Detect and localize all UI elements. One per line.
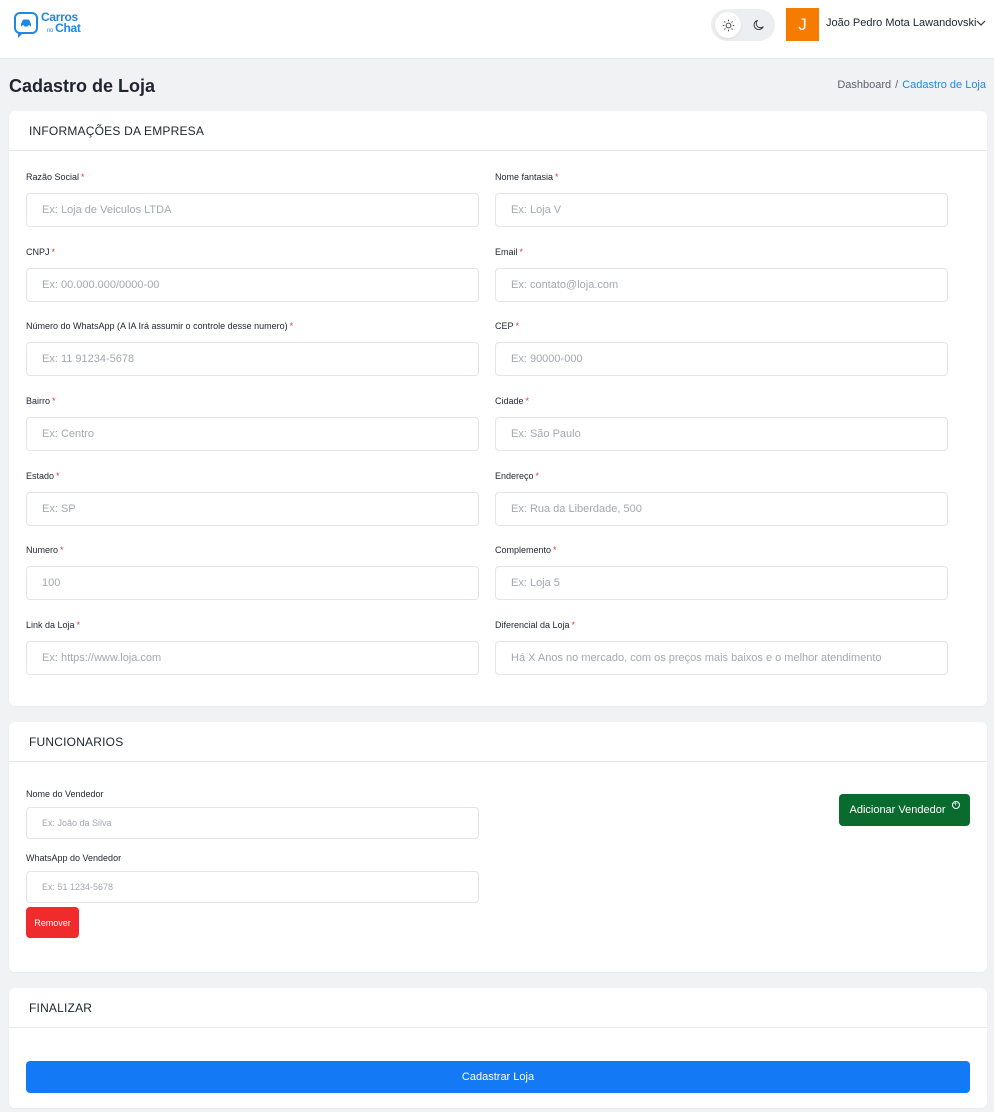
submit-button[interactable]: Cadastrar Loja: [26, 1061, 970, 1093]
breadcrumb-dashboard[interactable]: Dashboard: [837, 79, 891, 91]
label-text: Complemento: [495, 545, 552, 555]
required-mark: *: [289, 321, 294, 331]
dark-mode-button[interactable]: [745, 12, 771, 38]
finalize-title: FINALIZAR: [9, 988, 987, 1028]
label-text: Numero: [26, 545, 59, 555]
label-numero: Numero *: [26, 545, 64, 555]
estado-input[interactable]: [26, 492, 479, 526]
car-chat-icon: [14, 12, 38, 39]
label-diferencial: Diferencial da Loja *: [495, 620, 575, 630]
employees-title: FUNCIONARIOS: [9, 722, 987, 762]
label-endereco: Endereço *: [495, 471, 539, 481]
sun-icon: [722, 19, 734, 31]
brand-logo[interactable]: Carros no Chat: [14, 11, 81, 39]
nome-fantasia-input[interactable]: [495, 193, 948, 227]
required-mark: *: [553, 545, 557, 555]
label-text: Endereço: [495, 471, 534, 481]
light-mode-button[interactable]: [715, 12, 741, 38]
required-mark: *: [519, 247, 524, 257]
required-mark: *: [56, 471, 60, 481]
remove-vendedor-button[interactable]: Remover: [26, 907, 79, 938]
breadcrumb-current: Cadastro de Loja: [902, 79, 986, 91]
label-email: Email *: [495, 247, 523, 257]
label-whatsapp: Número do WhatsApp (A IA Irá assumir o c…: [26, 321, 293, 331]
label-nome-fantasia: Nome fantasia *: [495, 172, 559, 182]
required-mark: *: [60, 545, 64, 555]
label-estado: Estado *: [26, 471, 60, 481]
cidade-input[interactable]: [495, 417, 948, 451]
label-text: CNPJ: [26, 247, 50, 257]
required-mark: *: [555, 172, 559, 182]
vendedor-whatsapp-input[interactable]: [26, 871, 479, 903]
cep-input[interactable]: [495, 342, 948, 376]
chevron-down-icon[interactable]: [975, 17, 987, 29]
label-cep: CEP *: [495, 321, 519, 331]
label-cidade: Cidade *: [495, 396, 529, 406]
brand-line-2-text: Chat: [55, 20, 81, 35]
page-title: Cadastro de Loja: [9, 76, 156, 96]
finalize-card: FINALIZAR Cadastrar Loja: [9, 988, 987, 1108]
top-navbar: Carros no Chat J João Pedro Mota Lawandov…: [0, 0, 994, 59]
user-name[interactable]: João Pedro Mota Lawandovski: [826, 17, 976, 29]
required-mark: *: [571, 620, 576, 630]
label-text: Nome fantasia: [495, 172, 554, 182]
required-mark: *: [51, 247, 56, 257]
company-info-card: INFORMAÇÕES DA EMPRESA Razão Social* Nom…: [9, 111, 987, 706]
plus-circle-icon: +: [951, 801, 960, 809]
cnpj-input[interactable]: [26, 268, 479, 302]
brand-line-2: no Chat: [41, 20, 81, 35]
link-loja-input[interactable]: [26, 641, 479, 675]
label-whatsapp-vendedor: WhatsApp do Vendedor: [26, 853, 122, 863]
whatsapp-input[interactable]: [26, 342, 479, 376]
label-nome-vendedor: Nome do Vendedor: [26, 789, 104, 799]
label-text: Estado: [26, 471, 55, 481]
complemento-input[interactable]: [495, 566, 948, 600]
avatar[interactable]: J: [786, 8, 819, 41]
razao-social-input[interactable]: [26, 193, 479, 227]
required-mark: *: [535, 471, 540, 481]
label-razao-social: Razão Social *: [26, 172, 85, 182]
label-link-loja: Link da Loja *: [26, 620, 80, 630]
label-text: Diferencial da Loja: [495, 620, 570, 630]
vendedor-name-input[interactable]: [26, 807, 479, 839]
label-complemento: Complemento *: [495, 545, 557, 555]
label-text: Número do WhatsApp (A IA Irá assumir o c…: [26, 321, 288, 331]
label-text: Cidade: [495, 396, 524, 406]
breadcrumb: Dashboard / Cadastro de Loja: [837, 79, 986, 91]
required-mark: *: [52, 396, 56, 406]
required-mark: *: [81, 172, 85, 182]
endereco-input[interactable]: [495, 492, 948, 526]
theme-toggle[interactable]: [711, 9, 775, 41]
required-mark: *: [76, 620, 81, 630]
label-cnpj: CNPJ *: [26, 247, 55, 257]
email-input[interactable]: [495, 268, 948, 302]
breadcrumb-separator: /: [895, 79, 899, 91]
label-text: Razão Social: [26, 172, 80, 182]
required-mark: *: [515, 321, 520, 331]
employees-card: FUNCIONARIOS Nome do Vendedor WhatsApp d…: [9, 722, 987, 972]
add-vendedor-label: Adicionar Vendedor: [849, 804, 946, 816]
bairro-input[interactable]: [26, 417, 479, 451]
required-mark: *: [525, 396, 530, 406]
moon-icon: [753, 19, 764, 30]
brand-name: Carros no Chat: [41, 11, 81, 35]
label-text: Bairro: [26, 396, 51, 406]
diferencial-input[interactable]: [495, 641, 948, 675]
add-vendedor-button[interactable]: Adicionar Vendedor +: [839, 794, 970, 826]
label-text: Email: [495, 247, 518, 257]
brand-small: no: [47, 27, 54, 34]
label-text: CEP: [495, 321, 514, 331]
numero-input[interactable]: [26, 566, 479, 600]
label-text: Link da Loja: [26, 620, 75, 630]
label-bairro: Bairro *: [26, 396, 56, 406]
company-info-title: INFORMAÇÕES DA EMPRESA: [9, 111, 987, 151]
